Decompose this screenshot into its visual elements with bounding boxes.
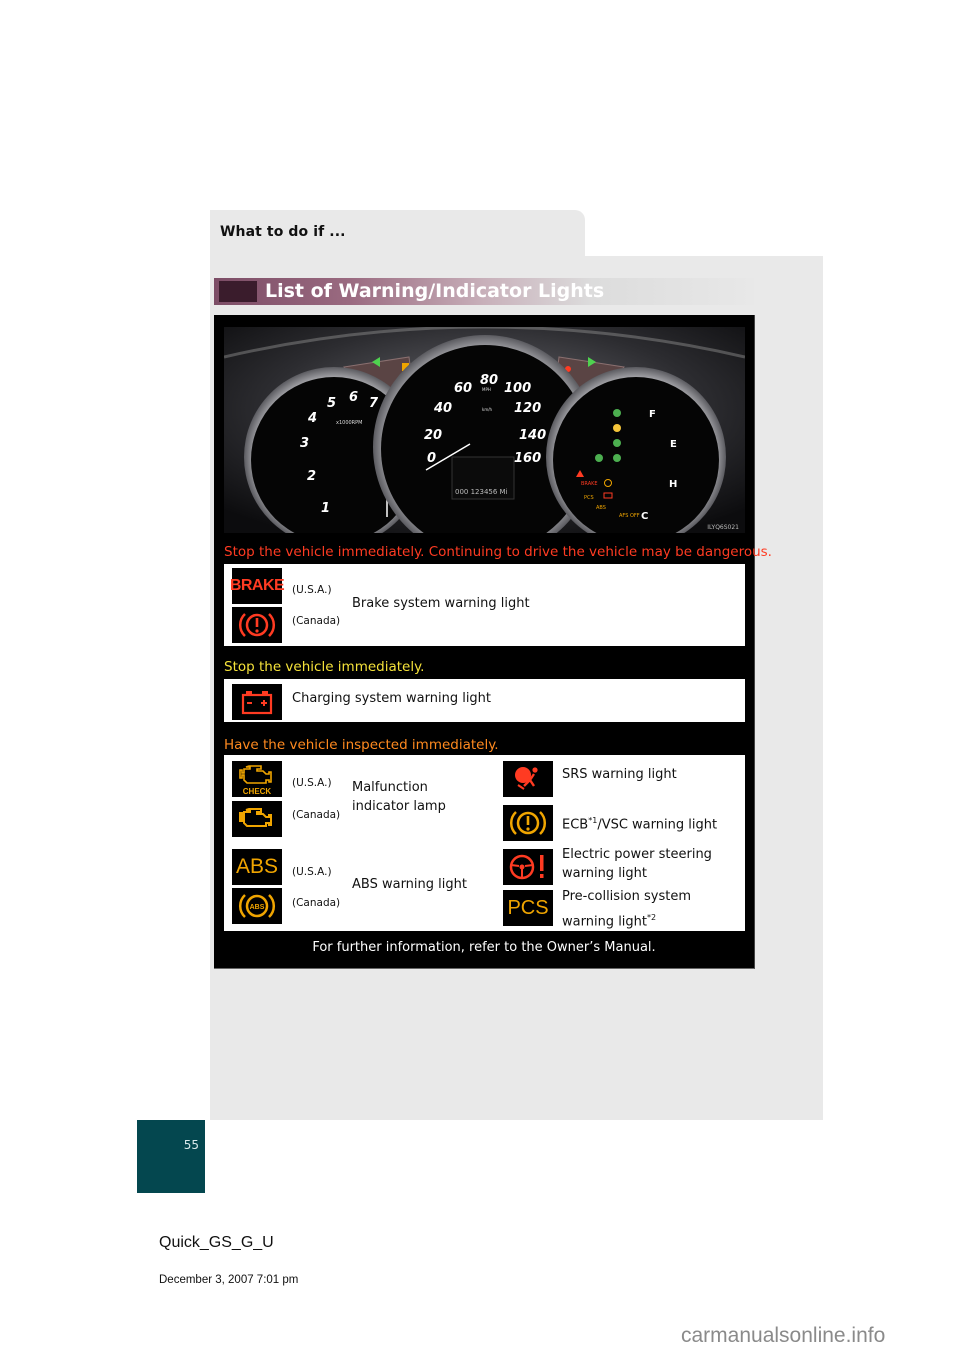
region-canada: (Canada) bbox=[292, 897, 341, 909]
section-heading-stop: Stop the vehicle immediately. bbox=[224, 659, 425, 675]
file-date: December 3, 2007 7:01 pm bbox=[159, 1274, 299, 1286]
pcs-label-line1: Pre-collision system bbox=[562, 889, 692, 904]
instrument-cluster-image: 123 456 78 x1000RPM SPORT ECT PWR PWR EC… bbox=[224, 327, 745, 533]
svg-text:3: 3 bbox=[300, 436, 309, 451]
svg-text:40: 40 bbox=[433, 401, 452, 416]
section-box-charging: Charging system warning light bbox=[224, 679, 745, 722]
section-heading-stop-dangerous: Stop the vehicle immediately. Continuing… bbox=[224, 544, 772, 560]
region-usa: (U.S.A.) bbox=[292, 777, 332, 789]
owners-manual-note: For further information, refer to the Ow… bbox=[312, 940, 656, 955]
section-heading-inspect: Have the vehicle inspected immediately. bbox=[224, 737, 499, 753]
pcs-label-line2: warning light*2 bbox=[562, 913, 657, 930]
svg-text:H: H bbox=[669, 479, 677, 490]
svg-text:CHECK: CHECK bbox=[243, 787, 272, 796]
svg-text:1: 1 bbox=[321, 501, 330, 516]
file-name: Quick_GS_G_U bbox=[159, 1234, 274, 1251]
malfunction-label-line1: Malfunction bbox=[352, 780, 428, 795]
page-number-tab bbox=[137, 1120, 205, 1193]
page-number: 55 bbox=[183, 1138, 199, 1152]
svg-text:100: 100 bbox=[504, 381, 531, 396]
svg-text:C: C bbox=[641, 511, 648, 522]
srs-label: SRS warning light bbox=[562, 767, 677, 782]
svg-text:20: 20 bbox=[424, 428, 442, 443]
svg-text:ABS: ABS bbox=[250, 904, 265, 911]
ecb-vsc-label: ECB*1/VSC warning light bbox=[562, 816, 718, 833]
svg-text:7: 7 bbox=[369, 396, 379, 411]
charging-system-label: Charging system warning light bbox=[292, 691, 492, 706]
abs-text-icon: ABS bbox=[232, 849, 282, 885]
rpm-unit: x1000RPM bbox=[336, 420, 363, 426]
check-engine-icon: CHECK bbox=[232, 761, 282, 797]
svg-text:5: 5 bbox=[327, 396, 336, 411]
svg-text:BRAKE: BRAKE bbox=[581, 481, 598, 487]
svg-text:MPH: MPH bbox=[482, 387, 491, 392]
svg-text:80: 80 bbox=[480, 373, 498, 388]
svg-text:60: 60 bbox=[454, 381, 472, 396]
svg-text:0: 0 bbox=[427, 451, 436, 466]
svg-text:120: 120 bbox=[514, 401, 541, 416]
odometer-readout: 000 123456 Mi bbox=[455, 488, 508, 496]
abs-circle-icon: ABS bbox=[232, 888, 282, 924]
svg-text:AFS OFF: AFS OFF bbox=[619, 513, 640, 519]
banner-swatch bbox=[219, 281, 257, 302]
brake-system-label: Brake system warning light bbox=[352, 596, 530, 611]
battery-icon bbox=[232, 684, 282, 720]
svg-text:E: E bbox=[670, 439, 677, 450]
eps-label-line1: Electric power steering bbox=[562, 847, 712, 862]
section-box-inspect: CHECK (U.S.A.) (Canada) Malfunction indi… bbox=[224, 755, 745, 931]
brake-text-icon: BRAKE bbox=[230, 568, 285, 604]
srs-airbag-icon bbox=[503, 761, 553, 797]
svg-text:4: 4 bbox=[307, 411, 317, 426]
region-usa: (U.S.A.) bbox=[292, 866, 332, 878]
svg-text:PCS: PCS bbox=[584, 495, 594, 501]
watermark[interactable]: carmanualsonline.info bbox=[681, 1324, 885, 1348]
section-box-brake: BRAKE (U.S.A.) (Canada) Brake system war… bbox=[224, 564, 745, 646]
section-title: What to do if ... bbox=[220, 224, 346, 240]
svg-text:6: 6 bbox=[349, 390, 358, 405]
region-usa: (U.S.A.) bbox=[292, 584, 332, 596]
svg-text:km/h: km/h bbox=[482, 407, 493, 412]
svg-text:140: 140 bbox=[519, 428, 546, 443]
eps-label-line2: warning light bbox=[562, 866, 648, 881]
region-canada: (Canada) bbox=[292, 615, 341, 627]
ecb-vsc-icon bbox=[503, 805, 553, 841]
malfunction-label-line2: indicator lamp bbox=[352, 799, 446, 814]
svg-text:F: F bbox=[649, 409, 656, 420]
region-canada: (Canada) bbox=[292, 809, 341, 821]
abs-label: ABS warning light bbox=[352, 877, 467, 892]
steering-warning-icon bbox=[503, 849, 553, 885]
image-code: ILYQ6S021 bbox=[707, 524, 739, 531]
engine-icon bbox=[232, 801, 282, 837]
svg-text:160: 160 bbox=[514, 451, 541, 466]
pcs-icon: PCS bbox=[503, 890, 553, 926]
page-title: List of Warning/Indicator Lights bbox=[265, 280, 605, 302]
svg-text:2: 2 bbox=[307, 469, 316, 484]
brake-circle-icon bbox=[232, 607, 282, 643]
svg-text:ABS: ABS bbox=[596, 505, 606, 511]
instrument-cluster-drawing: 123 456 78 x1000RPM SPORT ECT PWR PWR EC… bbox=[224, 327, 745, 533]
